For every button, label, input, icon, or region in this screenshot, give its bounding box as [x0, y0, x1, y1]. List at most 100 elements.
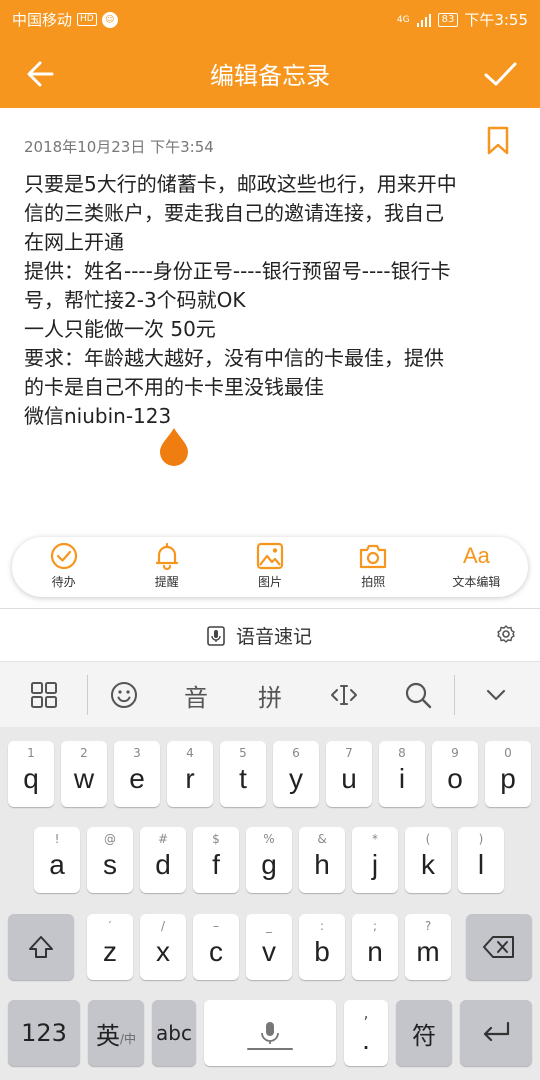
language-switch-key[interactable]: 英/中 — [88, 1000, 144, 1066]
enter-key[interactable] — [460, 1000, 532, 1066]
remind-button[interactable]: 提醒 — [115, 537, 218, 597]
grid-icon — [31, 682, 57, 708]
voice-note-button[interactable]: 语音速记 — [206, 622, 312, 649]
key-x[interactable]: / x — [140, 914, 186, 980]
clock: 下午3:55 — [464, 11, 528, 29]
key-q[interactable]: 1q — [8, 741, 54, 807]
image-icon — [256, 542, 284, 570]
emoji-button[interactable] — [102, 662, 146, 728]
key-u[interactable]: 7u — [326, 741, 372, 807]
note-line: 的卡是自己不用的卡卡里没钱最佳 — [24, 375, 324, 399]
voice-note-bar: 语音速记 — [0, 609, 540, 661]
signal-label: 4G — [396, 14, 410, 25]
key-b[interactable]: :b — [299, 914, 345, 980]
title-bar: 编辑备忘录 — [0, 38, 540, 108]
key-a[interactable]: ! a — [34, 827, 80, 893]
text-edit-button[interactable]: Aa 文本编辑 — [425, 537, 528, 597]
key-t[interactable]: 5t — [220, 741, 266, 807]
gear-icon — [497, 625, 515, 643]
microphone-box-icon — [207, 625, 225, 646]
carrier-label: 中国移动 — [12, 11, 73, 29]
note-line: 要求：年龄越大越好，没有中信的卡最佳，提供 — [24, 346, 444, 370]
ime-toolbar: 音 拼 — [0, 661, 540, 727]
checkmark-icon — [484, 62, 517, 86]
bookmark-button[interactable] — [486, 126, 510, 156]
hd-indicator: HD — [77, 13, 97, 26]
note-line: 在网上开通 — [24, 230, 124, 254]
ime-separator — [454, 675, 455, 715]
symbols-key[interactable]: 符 — [396, 1000, 452, 1066]
voice-input-button[interactable]: 音 — [174, 662, 218, 728]
key-f[interactable]: $ f — [193, 827, 239, 893]
smiley-icon — [111, 682, 137, 708]
key-d[interactable]: # d — [140, 827, 186, 893]
key-s[interactable]: @ s — [87, 827, 133, 893]
numbers-key[interactable]: 123 — [8, 1000, 80, 1066]
photo-button[interactable]: 拍照 — [322, 537, 425, 597]
key-i[interactable]: 8i — [379, 741, 425, 807]
key-l[interactable]: ) l — [458, 827, 504, 893]
cursor-drop-icon — [160, 428, 188, 466]
image-button[interactable]: 图片 — [218, 537, 321, 597]
search-button[interactable] — [396, 662, 440, 728]
todo-button[interactable]: 待办 — [12, 537, 115, 597]
ime-separator — [87, 675, 88, 715]
key-c[interactable]: – c — [193, 914, 239, 980]
note-line: 微信niubin-123 — [24, 404, 172, 428]
key-y[interactable]: 6y — [273, 741, 319, 807]
key-o[interactable]: 9o — [432, 741, 478, 807]
shift-key[interactable] — [8, 914, 74, 980]
photo-label: 拍照 — [361, 575, 386, 589]
key-n[interactable]: ; n — [352, 914, 398, 980]
abc-key[interactable]: abc — [152, 1000, 196, 1066]
note-line: 只要是5大行的储蓄卡，邮政这些也行，用来开中 — [24, 172, 457, 196]
settings-button[interactable] — [496, 624, 516, 644]
pinyin-button[interactable]: 拼 — [248, 662, 292, 728]
key-w[interactable]: 2w — [61, 741, 107, 807]
key-e[interactable]: 3e — [114, 741, 160, 807]
voice-note-label: 语音速记 — [236, 626, 313, 648]
collapse-keyboard-button[interactable] — [474, 662, 518, 728]
text-format-icon: Aa — [462, 543, 490, 568]
image-label: 图片 — [258, 575, 283, 589]
confirm-button[interactable] — [478, 54, 522, 94]
key-j[interactable]: * j — [352, 827, 398, 893]
note-line: 提供：姓名----身份正号----银行预留号----银行卡 — [24, 259, 451, 283]
enter-return-icon — [483, 1021, 510, 1042]
remind-label: 提醒 — [154, 575, 179, 589]
key-k[interactable]: (k — [405, 827, 451, 893]
edit-toolbar: 待办 提醒 图片 拍照 Aa 文本编辑 — [12, 537, 528, 597]
note-line: 号，帮忙接2-3个码就OK — [24, 288, 246, 312]
note-date: 2018年10月23日 下午3:54 — [24, 138, 214, 156]
signal-icon — [416, 13, 431, 27]
cursor-move-icon — [331, 685, 357, 705]
battery-indicator: 83 — [437, 12, 459, 27]
page-title: 编辑备忘录 — [210, 62, 330, 90]
cursor-move-button[interactable] — [322, 662, 366, 728]
notification-icon: ☺ — [101, 11, 118, 28]
key-h[interactable]: & h — [299, 827, 345, 893]
text-edit-label: 文本编辑 — [452, 575, 501, 589]
todo-check-icon — [50, 542, 77, 570]
key-g[interactable]: % g — [246, 827, 292, 893]
note-line: 信的三类账户，要走我自己的邀请连接，我自己 — [24, 201, 444, 225]
status-bar: 中国移动 HD ☺ 4G 83 下午3:55 — [0, 0, 540, 38]
space-key[interactable] — [204, 1000, 336, 1066]
backspace-key[interactable] — [466, 914, 532, 980]
microphone-icon — [247, 1022, 293, 1050]
key-r[interactable]: 4r — [167, 741, 213, 807]
key-p[interactable]: 0p — [485, 741, 531, 807]
cursor-handle[interactable] — [158, 426, 190, 466]
bookmark-icon — [487, 126, 509, 155]
ime-menu-button[interactable] — [22, 662, 66, 728]
note-body[interactable]: 只要是5大行的储蓄卡，邮政这些也行，用来开中 信的三类账户，要走我自己的邀请连接… — [24, 170, 516, 431]
todo-label: 待办 — [51, 575, 76, 589]
bell-icon — [155, 542, 178, 571]
search-icon — [405, 682, 432, 709]
key-z[interactable]: ′ z — [87, 914, 133, 980]
key-m[interactable]: ? m — [405, 914, 451, 980]
camera-icon — [360, 544, 387, 569]
keyboard: 1q 2w 3e 4r 5t 6y 7u 8i 9o 0p ! a @ s # d $… — [0, 727, 540, 1080]
punctuation-key[interactable]: , . — [344, 1000, 388, 1066]
key-v[interactable]: _ v — [246, 914, 292, 980]
